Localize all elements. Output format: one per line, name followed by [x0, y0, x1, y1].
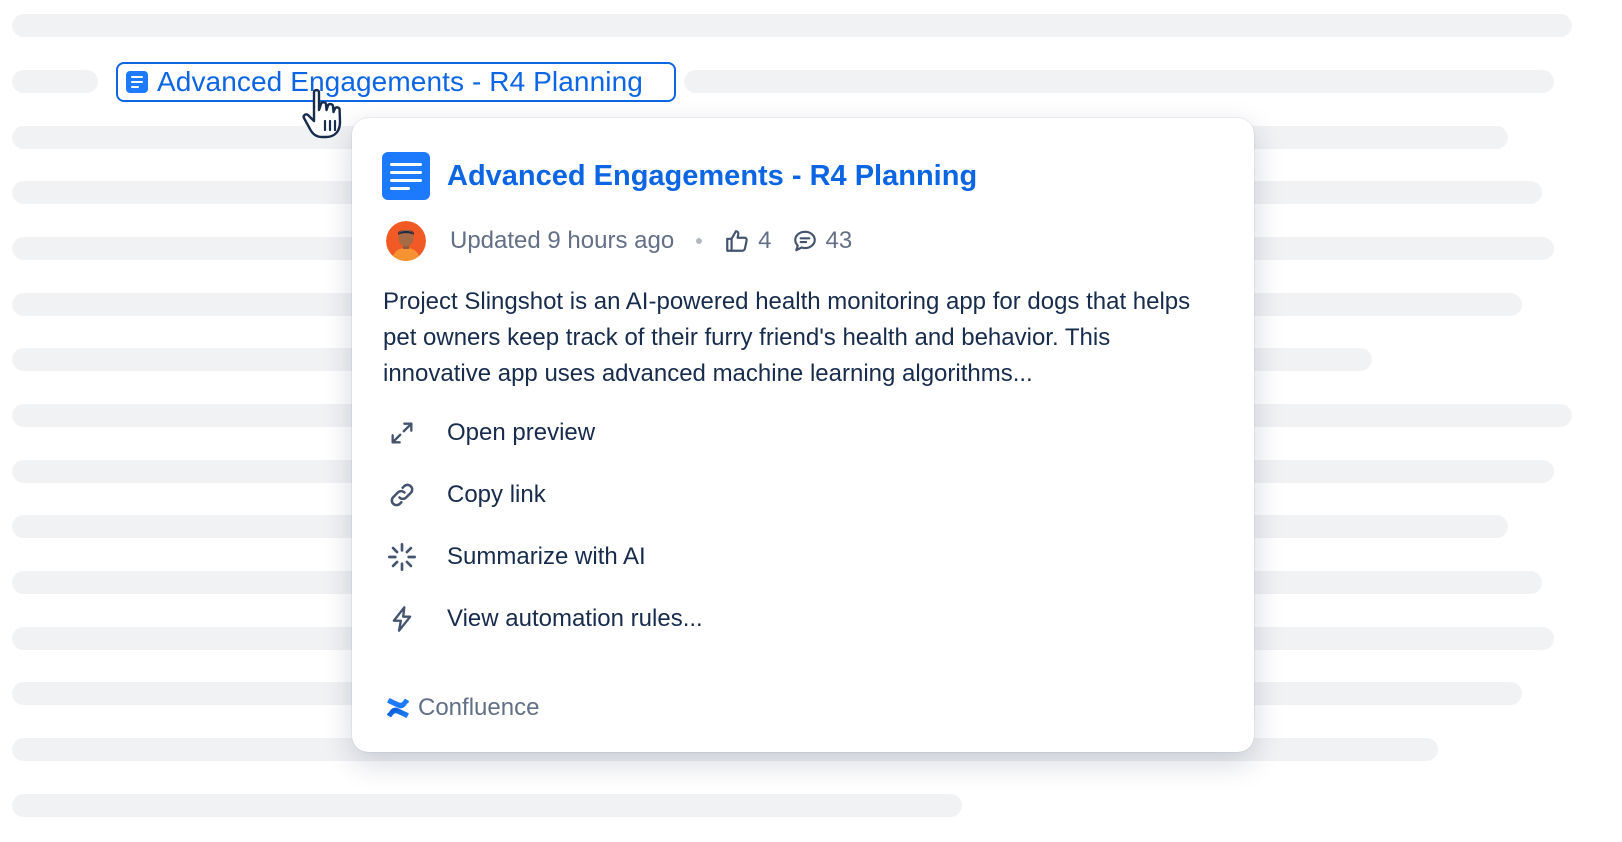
- skeleton-line: [12, 14, 1572, 37]
- document-icon: [382, 152, 430, 200]
- card-header: Advanced Engagements - R4 Planning: [382, 152, 977, 200]
- provider-name: Confluence: [418, 694, 540, 721]
- action-label: Summarize with AI: [447, 543, 646, 570]
- hover-card: Advanced Engagements - R4 Planning Updat…: [352, 118, 1254, 752]
- likes-count: 4: [724, 227, 772, 255]
- provider-footer: Confluence: [386, 694, 539, 722]
- open-preview-action[interactable]: Open preview: [383, 402, 1203, 464]
- card-summary: Project Slingshot is an AI-powered healt…: [383, 288, 1191, 387]
- summarize-with-ai-action[interactable]: Summarize with AI: [383, 526, 1203, 588]
- lightning-icon: [383, 600, 421, 638]
- comments-count: 43: [792, 227, 852, 255]
- skeleton-line: [12, 794, 962, 817]
- card-metadata: Updated 9 hours ago 4 43: [386, 220, 852, 262]
- card-title-link[interactable]: Advanced Engagements - R4 Planning: [447, 160, 977, 193]
- comment-icon: [793, 230, 816, 252]
- avatar[interactable]: [386, 221, 426, 261]
- link-icon: [383, 476, 421, 514]
- inline-link-title: Advanced Engagements - R4 Planning: [157, 66, 643, 97]
- expand-icon: [383, 414, 421, 452]
- copy-link-action[interactable]: Copy link: [383, 464, 1203, 526]
- updated-timestamp: Updated 9 hours ago: [450, 227, 675, 254]
- skeleton-line: [684, 70, 1554, 93]
- action-label: View automation rules...: [447, 605, 703, 632]
- skeleton-line: [12, 70, 98, 93]
- inline-smart-link[interactable]: Advanced Engagements - R4 Planning: [116, 62, 676, 102]
- card-actions: Open preview Copy link Summarize with AI…: [383, 402, 1203, 650]
- confluence-logo-icon: [387, 698, 409, 718]
- ai-sparkle-icon: [383, 538, 421, 576]
- thumbs-up-icon: [726, 230, 748, 252]
- action-label: Copy link: [447, 481, 546, 508]
- document-icon: [126, 71, 148, 93]
- view-automation-rules-action[interactable]: View automation rules...: [383, 588, 1203, 650]
- separator-dot: [696, 238, 703, 244]
- hand-pointer-cursor-icon: [302, 88, 342, 139]
- action-label: Open preview: [447, 419, 596, 446]
